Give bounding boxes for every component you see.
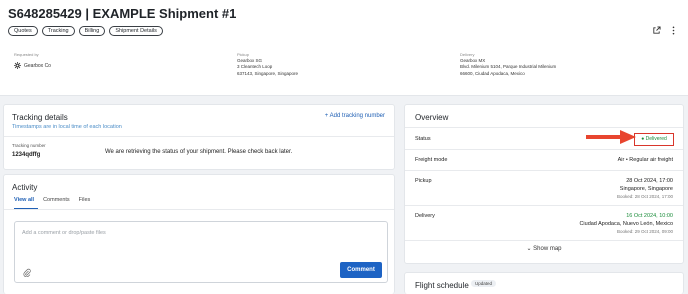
- tracking-status-message: We are retrieving the status of your shi…: [105, 149, 293, 155]
- status-label: Status: [415, 136, 431, 142]
- delivery-label: Delivery: [415, 213, 435, 219]
- pickup-address-line: 637143, Singapore, Singapore: [237, 70, 299, 76]
- requested-by-name: Gearbox Co: [24, 62, 51, 69]
- requested-by-label: Requested by: [14, 52, 39, 57]
- share-icon[interactable]: [652, 26, 661, 35]
- tab-billing[interactable]: Billing: [78, 26, 106, 36]
- updated-badge: Updated: [471, 280, 497, 287]
- divider: [405, 240, 683, 241]
- status-badge: ● Delivered: [634, 133, 674, 146]
- active-tab-indicator: [14, 208, 38, 209]
- tracking-number-label: Tracking number: [12, 143, 46, 148]
- divider: [4, 136, 394, 137]
- tab-comments[interactable]: Comments: [43, 197, 70, 203]
- tab-files[interactable]: Files: [79, 197, 91, 203]
- tab-shipment-details[interactable]: Shipment Details: [109, 26, 163, 36]
- comment-input[interactable]: Add a comment or drop/paste files Commen…: [14, 221, 388, 283]
- tracking-timezone-note: Timestamps are in local time of each loc…: [12, 124, 122, 130]
- show-map-button[interactable]: ⌄ Show map: [405, 245, 683, 252]
- delivery-address-line: 66600, Ciudad Apodaca, Mexico: [460, 70, 525, 76]
- flight-schedule-card: Flight schedule Updated: [404, 272, 684, 294]
- header-actions: [652, 26, 678, 35]
- delivery-address-line: Blvd. Milenium 5104, Parque Industrial M…: [460, 64, 557, 70]
- pickup-address: Pickup Gearbox SG 3 Cleantech Loop 63714…: [237, 52, 298, 77]
- add-tracking-number-button[interactable]: + Add tracking number: [325, 113, 385, 119]
- shipment-header: S648285429 | EXAMPLE Shipment #1 Quotes …: [0, 0, 688, 96]
- page-title: S648285429 | EXAMPLE Shipment #1: [8, 6, 237, 21]
- tracking-details-card: Tracking details Timestamps are in local…: [3, 104, 395, 170]
- activity-card: Activity View all Comments Files Add a c…: [3, 174, 395, 294]
- shipment-parties: Requested by Gearbox Co Pickup Gearbox S…: [14, 52, 678, 86]
- pickup-booked: Booked: 28 Oct 2024, 17:00: [616, 194, 673, 199]
- delivery-booked: Booked: 29 Oct 2024, 09:00: [616, 229, 673, 234]
- delivery-address: Delivery Gearbox MX Blvd. Milenium 5104,…: [460, 52, 556, 77]
- overview-card: Overview Status ● Delivered Freight mode…: [404, 104, 684, 264]
- activity-title: Activity: [12, 183, 38, 192]
- delivery-date: 16 Oct 2024, 10:00: [626, 213, 673, 219]
- comment-button[interactable]: Comment: [340, 262, 382, 278]
- tab-quotes[interactable]: Quotes: [8, 26, 38, 36]
- overview-title: Overview: [415, 113, 449, 122]
- gearbox-logo-icon: [14, 62, 21, 70]
- pickup-date: 28 Oct 2024, 17:00: [626, 178, 673, 184]
- tracking-details-title: Tracking details: [12, 113, 68, 122]
- freight-mode-label: Freight mode: [415, 157, 448, 163]
- divider: [405, 170, 683, 171]
- shipment-tabs: Quotes Tracking Billing Shipment Details: [8, 26, 163, 36]
- tracking-number-value: 1234qdffg: [12, 152, 41, 158]
- freight-mode-value: Air • Regular air freight: [617, 157, 673, 163]
- divider: [405, 205, 683, 206]
- divider: [405, 127, 683, 128]
- pickup-place: Singapore, Singapore: [619, 186, 673, 192]
- pickup-label: Pickup: [415, 178, 432, 184]
- delivery-place: Ciudad Apodaca, Nuevo León, Mexico: [579, 221, 673, 227]
- paperclip-icon[interactable]: [23, 268, 31, 279]
- requested-by-company: Gearbox Co: [14, 62, 51, 70]
- activity-tabs: View all Comments Files: [14, 197, 90, 203]
- divider: [4, 209, 394, 210]
- flight-schedule-title: Flight schedule: [415, 281, 469, 290]
- more-vertical-icon[interactable]: [669, 26, 678, 35]
- tab-tracking[interactable]: Tracking: [41, 26, 75, 36]
- requested-by: Requested by Gearbox Co: [14, 52, 51, 70]
- divider: [405, 149, 683, 150]
- comment-placeholder: Add a comment or drop/paste files: [22, 230, 106, 236]
- tab-view-all[interactable]: View all: [14, 197, 34, 203]
- callout-arrow-icon: [586, 130, 636, 144]
